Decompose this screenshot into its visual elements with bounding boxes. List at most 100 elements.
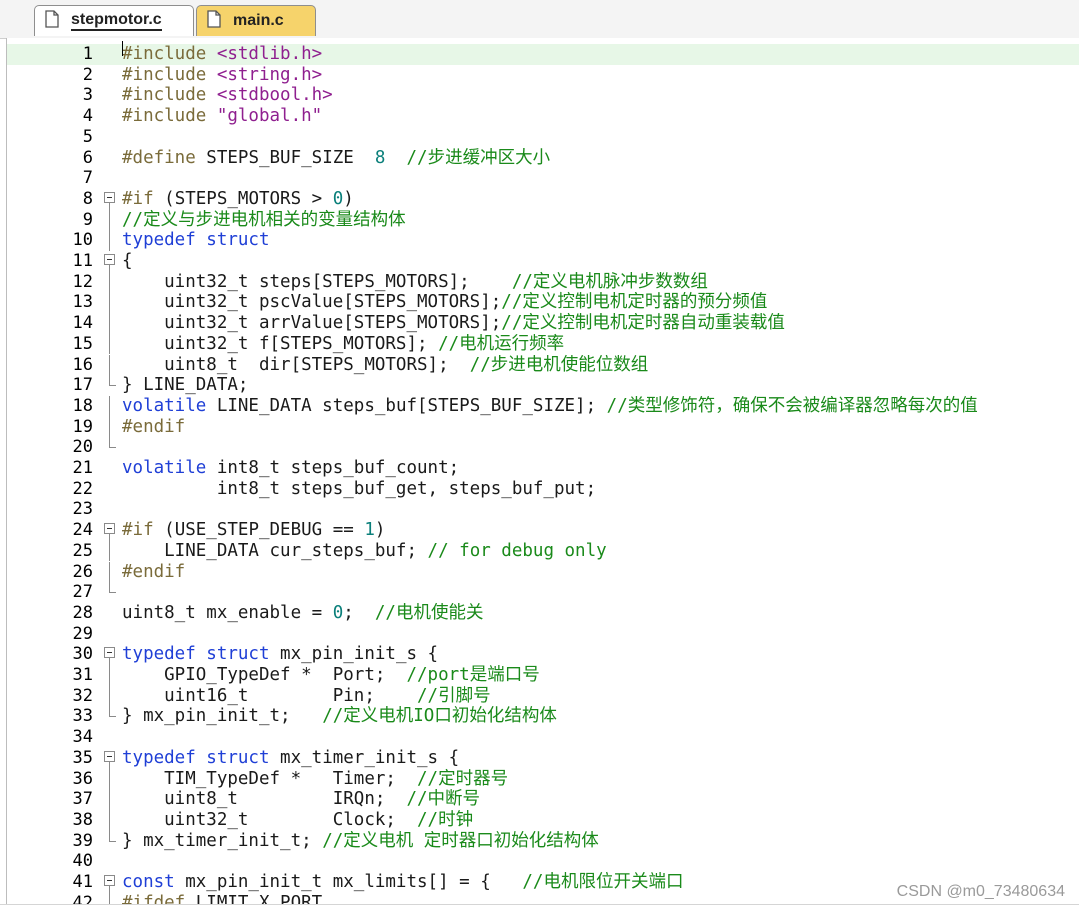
code-line[interactable]: 37 uint8_t IRQn; //中断号 bbox=[7, 789, 1079, 810]
line-number: 18 bbox=[72, 395, 93, 416]
fold-line bbox=[109, 313, 110, 334]
code-line[interactable]: 14 uint32_t arrValue[STEPS_MOTORS];//定义控… bbox=[7, 313, 1079, 334]
code-line[interactable]: 5 bbox=[7, 127, 1079, 148]
line-number: 25 bbox=[72, 540, 93, 561]
code-line[interactable]: 31 GPIO_TypeDef * Port; //port是端口号 bbox=[7, 665, 1079, 686]
code-token: //定义电机脉冲步数数组 bbox=[511, 271, 708, 292]
fold-line bbox=[109, 416, 110, 438]
code-token: #include bbox=[122, 44, 217, 64]
code-line[interactable]: 15 uint32_t f[STEPS_MOTORS]; //电机运行频率 bbox=[7, 333, 1079, 355]
fold-line bbox=[109, 209, 110, 231]
code-line[interactable]: 21 volatile int8_t steps_buf_count; bbox=[7, 458, 1079, 479]
tab-bar: stepmotor.c main.c bbox=[0, 0, 1079, 39]
code-text: typedef struct bbox=[122, 230, 270, 251]
line-number: 4 bbox=[82, 106, 93, 127]
fold-collapse-icon[interactable] bbox=[104, 647, 115, 659]
fold-line bbox=[109, 892, 110, 904]
code-line[interactable]: 10 typedef struct bbox=[7, 230, 1079, 251]
tab-stepmotor-c[interactable]: stepmotor.c bbox=[34, 5, 194, 36]
code-text: #if (STEPS_MOTORS > 0) bbox=[122, 189, 354, 210]
code-line[interactable]: 17 } LINE_DATA; bbox=[7, 375, 1079, 396]
code-token: mx_pin_init_t mx_limits[] = { bbox=[185, 872, 523, 892]
code-line[interactable]: 34 bbox=[7, 727, 1079, 748]
code-text: } mx_timer_init_t; //定义电机 定时器口初始化结构体 bbox=[122, 831, 599, 852]
code-token: //步进电机使能位数组 bbox=[469, 354, 649, 375]
code-text: #ifdef LIMIT_X_PORT bbox=[122, 893, 322, 904]
code-token: <stdlib.h> bbox=[216, 44, 323, 64]
code-line[interactable]: 7 bbox=[7, 168, 1079, 189]
fold-collapse-icon[interactable] bbox=[104, 875, 115, 886]
code-line[interactable]: 9 //定义与步进电机相关的变量结构体 bbox=[7, 209, 1079, 231]
code-line[interactable]: 39} mx_timer_init_t; //定义电机 定时器口初始化结构体 bbox=[7, 830, 1079, 852]
code-token: uint32_t steps[STEPS_MOTORS]; bbox=[122, 271, 512, 292]
line-number: 14 bbox=[72, 313, 93, 334]
fold-collapse-icon[interactable] bbox=[104, 254, 115, 265]
code-line[interactable]: 28 uint8_t mx_enable = 0; //电机使能关 bbox=[7, 603, 1079, 624]
code-token: 1 bbox=[364, 520, 375, 541]
code-line[interactable]: 38 uint32_t Clock; //时钟 bbox=[7, 809, 1079, 831]
code-line[interactable]: 23 bbox=[7, 499, 1079, 520]
line-number: 33 bbox=[72, 706, 93, 727]
code-token: uint8_t dir[STEPS_MOTORS]; bbox=[122, 354, 470, 375]
line-number: 26 bbox=[72, 561, 93, 582]
code-line[interactable]: 3 #include <stdbool.h> bbox=[7, 85, 1079, 106]
fold-collapse-icon[interactable] bbox=[104, 191, 115, 203]
code-token: (USE_STEP_DEBUG == bbox=[164, 520, 365, 541]
code-token: #include bbox=[122, 85, 217, 106]
code-text: uint32_t Clock; //时钟 bbox=[122, 810, 473, 831]
fold-line bbox=[109, 685, 110, 707]
fold-collapse-icon[interactable] bbox=[104, 523, 115, 535]
code-line[interactable]: 2 #include <string.h> bbox=[7, 65, 1079, 86]
code-line[interactable]: 16 uint8_t dir[STEPS_MOTORS]; //步进电机使能位数… bbox=[7, 354, 1079, 376]
code-line[interactable]: 32 uint16_t Pin; //引脚号 bbox=[7, 685, 1079, 707]
code-line[interactable]: 18 volatile LINE_DATA steps_buf[STEPS_BUF… bbox=[7, 395, 1079, 417]
code-line[interactable]: 12 uint32_t steps[STEPS_MOTORS]; //定义电机脉… bbox=[7, 271, 1079, 293]
line-number: 22 bbox=[72, 478, 93, 499]
code-line[interactable]: 36 TIM_TypeDef * Timer; //定时器号 bbox=[7, 768, 1079, 790]
code-token: ; bbox=[343, 602, 375, 623]
code-line[interactable]: 26 #endif bbox=[7, 561, 1079, 583]
code-line[interactable]: 27 bbox=[7, 582, 1079, 603]
line-number: 17 bbox=[72, 375, 93, 396]
code-line[interactable]: 29 bbox=[7, 624, 1079, 645]
code-token: 0 bbox=[332, 188, 344, 209]
code-token: <string.h> bbox=[216, 64, 323, 85]
code-text: #include "global.h" bbox=[122, 106, 322, 127]
code-line[interactable]: 19 #endif bbox=[7, 416, 1079, 438]
line-number: 32 bbox=[72, 685, 93, 706]
code-line[interactable]: 35 typedef struct mx_timer_init_s { bbox=[7, 748, 1079, 769]
fold-collapse-icon[interactable] bbox=[104, 750, 115, 762]
code-text: } LINE_DATA; bbox=[122, 375, 248, 396]
watermark: CSDN @m0_73480634 bbox=[896, 883, 1065, 900]
code-token: (STEPS_MOTORS > bbox=[164, 188, 333, 209]
code-line[interactable]: 22 int8_t steps_buf_get, steps_buf_put; bbox=[7, 479, 1079, 500]
code-line[interactable]: 4 #include "global.h" bbox=[7, 106, 1079, 127]
line-number: 34 bbox=[72, 727, 93, 748]
code-line[interactable]: 40 bbox=[7, 851, 1079, 872]
tab-main-c[interactable]: main.c bbox=[196, 5, 316, 36]
code-line[interactable]: 33} mx_pin_init_t; //定义电机IO口初始化结构体 bbox=[7, 706, 1079, 727]
code-line[interactable]: 24 #if (USE_STEP_DEBUG == 1) bbox=[7, 520, 1079, 542]
code-editor[interactable]: 1 #include <stdlib.h> 2 #include <string.h>… bbox=[6, 38, 1079, 904]
code-text: uint32_t f[STEPS_MOTORS]; //电机运行频率 bbox=[122, 334, 564, 355]
code-line[interactable]: 1 #include <stdlib.h> bbox=[7, 44, 1079, 65]
line-number: 28 bbox=[72, 602, 93, 623]
line-number: 15 bbox=[72, 333, 93, 354]
line-number: 29 bbox=[72, 623, 93, 644]
code-line[interactable]: 11 { bbox=[7, 251, 1079, 272]
code-line[interactable]: 8 #if (STEPS_MOTORS > 0) bbox=[7, 189, 1079, 210]
fold-end-marker bbox=[109, 375, 116, 387]
tab-label: main.c bbox=[233, 12, 284, 29]
code-line[interactable]: 30 typedef struct mx_pin_init_s { bbox=[7, 644, 1079, 666]
line-number: 35 bbox=[72, 747, 93, 768]
code-text: typedef struct mx_timer_init_s { bbox=[122, 748, 459, 769]
code-line[interactable]: 20 bbox=[7, 437, 1079, 458]
line-number: 27 bbox=[72, 582, 93, 603]
code-line[interactable]: 6 #define STEPS_BUF_SIZE 8 //步进缓冲区大小 bbox=[7, 148, 1079, 169]
code-token: //中断号 bbox=[406, 789, 481, 810]
code-line[interactable]: 25 LINE_DATA cur_steps_buf; // for debug… bbox=[7, 540, 1079, 562]
code-line[interactable]: 13 uint32_t pscValue[STEPS_MOTORS];//定义控… bbox=[7, 292, 1079, 314]
line-number: 20 bbox=[72, 437, 93, 458]
line-number: 41 bbox=[72, 872, 93, 892]
fold-line bbox=[109, 768, 110, 790]
